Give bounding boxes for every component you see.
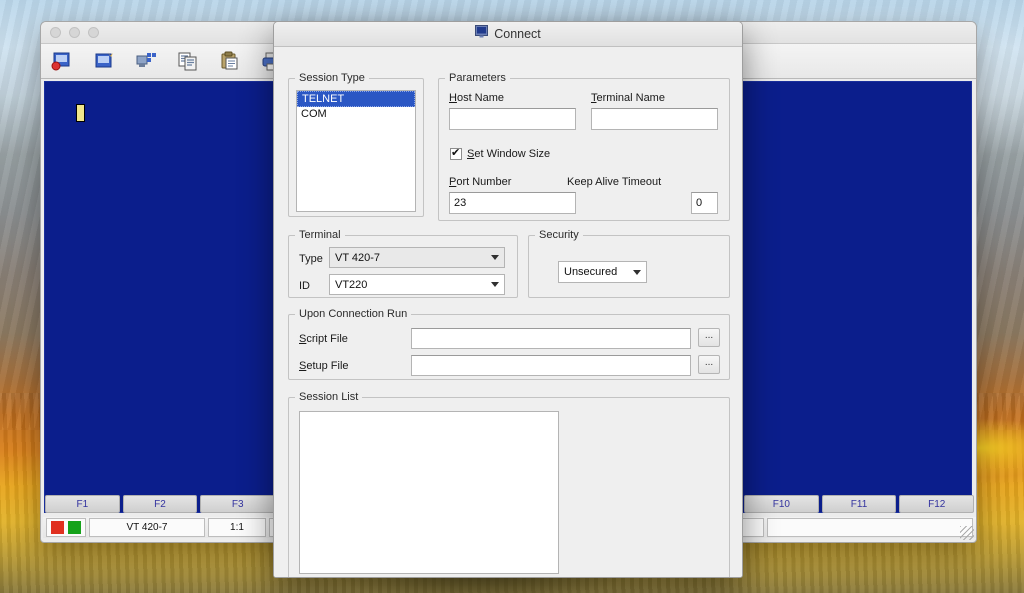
script-file-browse-button[interactable]: ...	[698, 328, 720, 347]
terminal-id-label: ID	[299, 280, 310, 292]
led-green-icon	[68, 521, 81, 534]
fkey-f10[interactable]: F10	[744, 495, 819, 513]
session-list-box[interactable]	[299, 411, 559, 574]
session-list-group: Session List	[288, 391, 730, 577]
terminal-type-label: Type	[299, 253, 323, 265]
terminal-type-value: VT 420-7	[335, 251, 381, 264]
host-name-label: Host Name	[449, 92, 505, 104]
close-button[interactable]	[50, 27, 61, 38]
security-group: Security Unsecured	[528, 229, 730, 298]
zoom-button[interactable]	[88, 27, 99, 38]
keep-alive-label: Keep Alive Timeout	[567, 176, 662, 188]
status-leds	[46, 518, 86, 537]
parameters-group: Parameters Host Name Terminal Name Set W…	[438, 72, 730, 221]
connect-dialog[interactable]: Connect Session Type TELNET COM Paramete…	[273, 21, 743, 578]
security-value: Unsecured	[564, 266, 618, 278]
session-type-option-telnet[interactable]: TELNET	[297, 91, 415, 107]
fkey-f3[interactable]: F3	[200, 495, 276, 513]
upon-connection-run-legend: Upon Connection Run	[299, 308, 408, 320]
copy-icon[interactable]	[177, 50, 199, 72]
terminal-id-combo[interactable]: VT220	[329, 274, 505, 295]
fkey-f12[interactable]: F12	[899, 495, 975, 513]
dialog-body: Session Type TELNET COM Parameters Host …	[274, 47, 742, 577]
set-window-size-checkbox[interactable]	[450, 146, 462, 160]
port-number-label: Port Number	[449, 176, 512, 188]
dialog-titlebar[interactable]: Connect	[274, 22, 742, 47]
upon-connection-run-group: Upon Connection Run Script File ... Setu…	[288, 308, 730, 380]
led-red-icon	[51, 521, 64, 534]
fkey-f1[interactable]: F1	[45, 495, 120, 513]
terminal-cursor	[76, 104, 85, 122]
session-type-legend: Session Type	[299, 72, 365, 84]
status-ratio: 1:1	[208, 518, 266, 537]
new-session-icon[interactable]	[93, 50, 115, 72]
status-terminal-type: VT 420-7	[89, 518, 205, 537]
connect-icon[interactable]	[51, 50, 73, 72]
terminal-group: Terminal Type VT 420-7 ID VT220	[288, 229, 518, 298]
port-number-input[interactable]	[449, 192, 576, 214]
script-file-input[interactable]	[411, 328, 691, 349]
resize-grip[interactable]	[960, 526, 974, 540]
session-list-legend: Session List	[299, 391, 359, 403]
security-combo[interactable]: Unsecured	[558, 261, 647, 283]
status-blank-3	[766, 518, 973, 537]
script-file-label: Script File	[299, 333, 348, 345]
dialog-title: Connect	[494, 27, 541, 41]
terminal-name-input[interactable]	[591, 108, 718, 130]
terminal-type-combo[interactable]: VT 420-7	[329, 247, 505, 268]
setup-file-browse-button[interactable]: ...	[698, 355, 720, 374]
keep-alive-input[interactable]	[691, 192, 718, 214]
setup-file-input[interactable]	[411, 355, 691, 376]
monitor-icon	[475, 25, 489, 43]
session-settings-icon[interactable]	[135, 50, 157, 72]
chevron-down-icon[interactable]	[629, 265, 644, 279]
fkey-f11[interactable]: F11	[821, 495, 897, 513]
fkey-f2[interactable]: F2	[122, 495, 198, 513]
session-type-option-com[interactable]: COM	[297, 107, 415, 121]
setup-file-label: Setup File	[299, 360, 349, 372]
chevron-down-icon[interactable]	[487, 278, 502, 292]
set-window-size-checkbox-wrap[interactable]: Set Window Size	[450, 146, 551, 160]
chevron-down-icon[interactable]	[487, 251, 502, 265]
session-type-group: Session Type TELNET COM	[288, 72, 424, 217]
session-type-list[interactable]: TELNET COM	[296, 90, 416, 212]
security-legend: Security	[539, 229, 579, 241]
terminal-name-label: Terminal Name	[591, 92, 665, 104]
terminal-id-value: VT220	[335, 278, 368, 291]
paste-icon[interactable]	[219, 50, 241, 72]
set-window-size-label: Set Window Size	[467, 148, 551, 160]
parameters-legend: Parameters	[449, 72, 506, 84]
host-name-input[interactable]	[449, 108, 576, 130]
minimize-button[interactable]	[69, 27, 80, 38]
terminal-legend: Terminal	[299, 229, 341, 241]
